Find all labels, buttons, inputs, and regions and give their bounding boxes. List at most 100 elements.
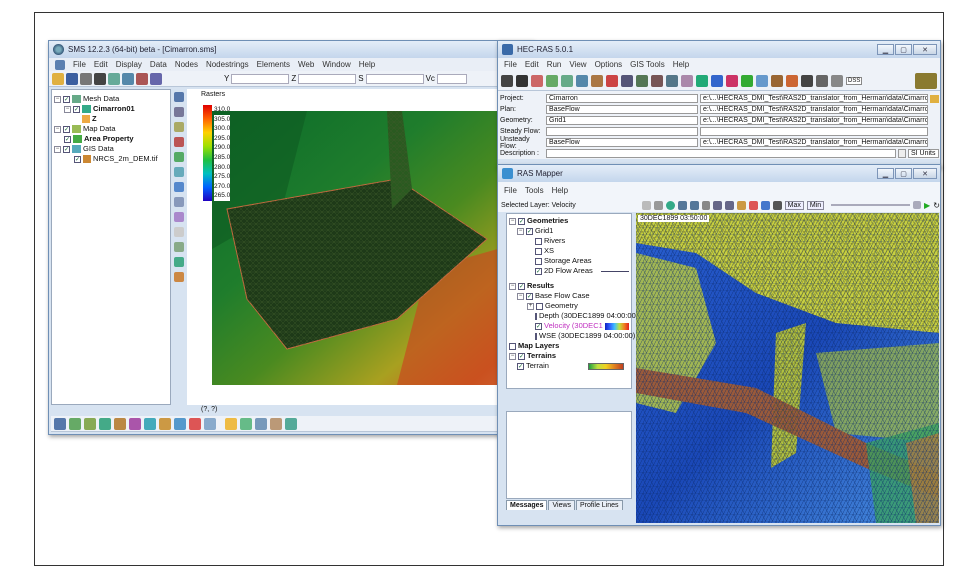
delete-icon[interactable] [94,72,106,85]
layer-velocity[interactable]: ✓ Velocity (30DEC1 [509,321,629,331]
hecras-menu-view[interactable]: View [569,60,586,69]
zoom-out-icon[interactable] [689,200,699,210]
hecras-menu-options[interactable]: Options [595,60,623,69]
steady-flow-name-field[interactable] [546,127,698,136]
module-gis-icon[interactable] [144,417,156,430]
tab-views[interactable]: Views [548,500,576,510]
module-raster-icon[interactable] [159,417,171,430]
tab-profile-lines[interactable]: Profile Lines [576,500,623,510]
module-grid-icon[interactable] [99,417,111,430]
min-button[interactable]: Min [806,200,825,210]
play-icon[interactable]: ▶ [924,201,930,210]
node-tool-icon[interactable] [174,137,184,147]
tree-z[interactable]: Z [54,114,168,124]
globe-icon[interactable] [665,200,675,210]
unsteady-flow-name-field[interactable]: BaseFlow [546,138,698,147]
zoom-tool-icon[interactable] [174,107,184,117]
tree-map-data[interactable]: − ✓ Map Data [54,124,168,134]
rasmapper-menu-help[interactable]: Help [552,186,568,195]
time-slider[interactable] [831,204,911,206]
contour-tool-icon[interactable] [174,242,184,252]
unsteady-flow-icon[interactable] [561,74,573,87]
layer-map-layers[interactable]: Map Layers [509,341,629,351]
dss-button[interactable]: DSS [846,76,863,85]
sms-menu-web[interactable]: Web [298,60,314,69]
animate-icon[interactable] [772,200,782,210]
unsteady-run-icon[interactable] [636,74,648,87]
xs-plot-icon[interactable] [711,74,723,87]
arc-tool-icon[interactable] [174,257,184,267]
hecras-menu-gis-tools[interactable]: GIS Tools [630,60,665,69]
sms-graphics-window[interactable]: Rasters 310.0 305.0 300.0 295.0 290.0 28… [187,89,533,405]
profile-plot-icon[interactable] [726,74,738,87]
module-profile-icon[interactable] [189,417,201,430]
forward-arrow-icon[interactable] [725,200,735,210]
module-cartesian-icon[interactable] [114,417,126,430]
module-annotation-icon[interactable] [174,417,186,430]
layer-depth[interactable]: Depth (30DEC1899 04:00:00) [509,311,638,321]
pointer-tool-icon[interactable] [642,200,652,210]
grid-tool-icon[interactable] [174,227,184,237]
pan-icon[interactable] [150,72,162,85]
close-button[interactable]: ✕ [913,168,937,179]
hydrograph-icon[interactable] [786,74,798,87]
measure-icon[interactable] [737,200,747,210]
nodestring-tool-icon[interactable] [174,167,184,177]
sms-menu-nodes[interactable]: Nodes [175,60,198,69]
module-image-icon[interactable] [204,417,216,430]
layer-icon[interactable] [760,200,770,210]
element-tool-icon[interactable] [174,152,184,162]
sediment-run-icon[interactable] [651,74,663,87]
tree-gis-data[interactable]: − ✓ GIS Data [54,144,168,154]
folder-icon[interactable] [930,94,939,103]
sediment-icon[interactable] [591,74,603,87]
full-extent-icon[interactable] [701,200,711,210]
layer-storage-areas[interactable]: Storage Areas [509,256,629,266]
sms-menu-data[interactable]: Data [150,60,167,69]
module-map-icon[interactable] [84,417,96,430]
sms-menu-edit[interactable]: Edit [94,60,108,69]
sms-menu-file[interactable]: File [73,60,86,69]
refresh-icon[interactable]: ↻ [933,201,940,210]
steady-flow-icon[interactable] [546,74,558,87]
detail-table-icon[interactable] [801,74,813,87]
zoom-icon[interactable] [122,72,134,85]
polygon-tool-icon[interactable] [174,212,184,222]
minimize-button[interactable]: ▁ [877,168,894,179]
hecras-menu-file[interactable]: File [504,60,517,69]
profile-table-icon[interactable] [816,74,828,87]
rasmapper-menu-tools[interactable]: Tools [525,186,544,195]
zoom-in-icon[interactable] [677,200,687,210]
save-project-icon[interactable] [516,74,528,87]
back-arrow-icon[interactable] [713,200,723,210]
hecras-menu-edit[interactable]: Edit [525,60,539,69]
rotate-icon[interactable] [136,72,148,85]
layer-xs[interactable]: XS [509,246,629,256]
geometry-name-field[interactable]: Grid1 [546,116,698,125]
raster-tool-icon[interactable] [174,272,184,282]
open-folder-icon[interactable] [52,72,64,85]
frame-icon[interactable] [108,72,120,85]
hecras-menu-run[interactable]: Run [547,60,562,69]
messages-panel[interactable] [506,411,632,499]
open-project-icon[interactable] [501,74,513,87]
tab-messages[interactable]: Messages [506,500,548,510]
max-button[interactable]: Max [784,200,804,210]
pan-tool-icon[interactable] [654,200,663,210]
tree-mesh-data[interactable]: − ✓ Mesh Data [54,94,168,104]
maximize-button[interactable]: ▢ [895,168,912,179]
stage-flow-icon[interactable] [771,74,783,87]
layer-geometry[interactable]: + Geometry [509,301,629,311]
layer-rivers[interactable]: Rivers [509,236,629,246]
summary-icon[interactable] [831,74,843,87]
select-tool-icon[interactable] [174,92,184,102]
rasmapper-map-view[interactable]: 30DEC1899 03:50:00 [636,213,939,523]
layer-grid1[interactable]: − ✓ Grid1 [509,226,629,236]
module-scatter-icon[interactable] [69,417,81,430]
close-button[interactable]: ✕ [913,44,937,55]
minimize-button[interactable]: ▁ [877,44,894,55]
profile-icon[interactable] [749,200,758,210]
layer-2d-flow-areas[interactable]: ✓ 2D Flow Areas [509,266,629,276]
description-field[interactable] [546,149,896,158]
tree-area-property[interactable]: ✓ Area Property [54,134,168,144]
